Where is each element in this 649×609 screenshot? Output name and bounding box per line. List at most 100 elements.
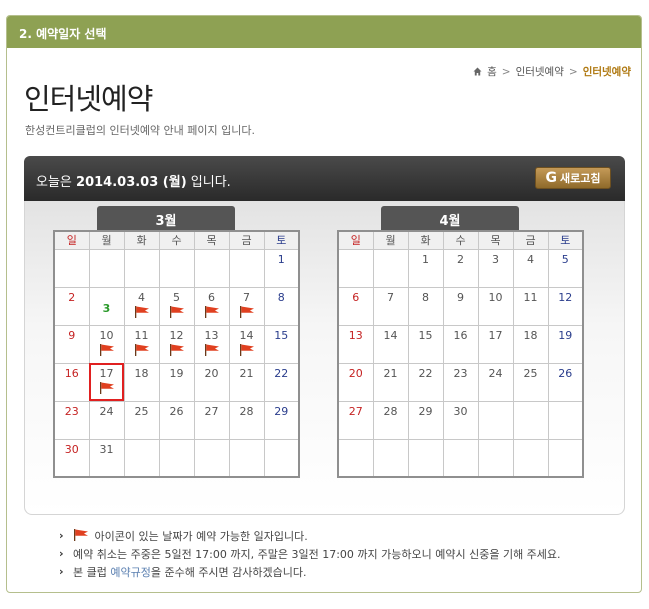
day-number: 21 [383, 366, 398, 380]
calendar-day: 30 [53, 438, 90, 478]
calendar-day: 9 [442, 286, 479, 326]
calendar-week: 1 [53, 248, 300, 288]
day-number: 18 [134, 366, 149, 380]
day-number: 15 [274, 328, 289, 342]
day-number: 3 [102, 301, 111, 315]
day-number: 26 [169, 404, 184, 418]
home-icon[interactable] [473, 67, 482, 76]
day-number: 2 [457, 252, 464, 266]
day-number: 30 [453, 404, 468, 418]
calendar-day[interactable]: 4 [123, 286, 160, 326]
calendar-week: 9 10 11 12 13 14 15 [53, 324, 300, 364]
calendar-march: 3월 일월화수목금토 1 2 3 4 5 6 7 8 9 10 11 12 13 14 15 16 17 18 19… [53, 206, 304, 478]
calendar-day: 26 [547, 362, 584, 402]
day-number: 14 [239, 328, 254, 342]
calendar-area: 3월 일월화수목금토 1 2 3 4 5 6 7 8 9 10 11 12 13 14 15 16 17 18 19… [24, 201, 625, 515]
flag-icon[interactable] [239, 343, 255, 356]
calendar-day: 2 [53, 286, 90, 326]
day-number: 17 [99, 366, 114, 380]
calendar-day: 22 [407, 362, 444, 402]
day-number: 3 [492, 252, 499, 266]
breadcrumb-home[interactable]: 홈 [487, 64, 497, 79]
calendar-day [193, 248, 230, 288]
calendar-day: 31 [88, 438, 125, 478]
day-number: 24 [488, 366, 503, 380]
refresh-icon: G [545, 170, 558, 186]
day-number: 6 [208, 290, 215, 304]
day-number: 20 [348, 366, 363, 380]
calendar-day: 12 [547, 286, 584, 326]
day-number: 27 [204, 404, 219, 418]
page-title: 인터넷예약 [24, 82, 153, 116]
calendar-day[interactable]: 12 [158, 324, 195, 364]
calendar-day: 10 [477, 286, 514, 326]
refresh-button[interactable]: G 새로고침 [535, 167, 611, 189]
day-number: 20 [204, 366, 219, 380]
breadcrumb-separator: > [501, 65, 511, 78]
day-number: 10 [99, 328, 114, 342]
note-item: 예약 취소는 주중은 5일전 17:00 까지, 주말은 3일전 17:00 까… [59, 545, 561, 564]
calendar-day [442, 438, 479, 478]
calendar-day [263, 438, 300, 478]
today-prefix: 오늘은 [36, 175, 72, 190]
note-text: 아이콘이 있는 날짜가 예약 가능한 일자입니다. [94, 530, 308, 543]
calendar-day [123, 438, 160, 478]
calendar-week: 23 24 25 26 27 28 29 [53, 400, 300, 440]
day-number: 28 [239, 404, 254, 418]
weekday-header: 수 [442, 230, 479, 250]
flag-icon[interactable] [204, 343, 220, 356]
day-number: 23 [453, 366, 468, 380]
calendar-day: 1 [263, 248, 300, 288]
day-number: 6 [352, 290, 360, 304]
calendar-day [407, 438, 444, 478]
calendar-day [158, 248, 195, 288]
calendar-day[interactable]: 6 [193, 286, 230, 326]
calendar-day[interactable]: 14 [228, 324, 265, 364]
flag-icon[interactable] [169, 343, 185, 356]
today-suffix: 입니다. [190, 175, 231, 190]
flag-icon[interactable] [134, 343, 150, 356]
breadcrumb-reservation[interactable]: 인터넷예약 [516, 64, 564, 79]
flag-icon[interactable] [99, 381, 115, 394]
calendar-day: 29 [407, 400, 444, 440]
day-number: 12 [169, 328, 184, 342]
calendar-day: 11 [512, 286, 549, 326]
calendar-day [372, 248, 409, 288]
refresh-label: 새로고침 [560, 172, 601, 185]
flag-icon[interactable] [239, 305, 255, 318]
day-number: 15 [418, 328, 433, 342]
calendar-day: 28 [228, 400, 265, 440]
calendar-day[interactable]: 11 [123, 324, 160, 364]
flag-icon[interactable] [134, 305, 150, 318]
note-item: 아이콘이 있는 날짜가 예약 가능한 일자입니다. [59, 527, 561, 546]
flag-icon[interactable] [169, 305, 185, 318]
day-number: 29 [418, 404, 433, 418]
flag-icon [74, 529, 88, 541]
calendar-table: 일월화수목금토 1 2 3 4 5 6 7 8 9 10 11 12 13 14 15 16 17 18 19 20 2… [53, 230, 300, 478]
calendar-day[interactable]: 13 [193, 324, 230, 364]
day-number: 31 [99, 442, 114, 456]
calendar-day: 17 [477, 324, 514, 364]
flag-icon[interactable] [99, 343, 115, 356]
flag-icon[interactable] [204, 305, 220, 318]
day-number: 22 [418, 366, 433, 380]
calendar-day [372, 438, 409, 478]
calendar-day: 21 [228, 362, 265, 402]
day-number: 11 [523, 290, 538, 304]
calendar-day[interactable]: 10 [88, 324, 125, 364]
calendar-week: 30 31 [53, 438, 300, 478]
day-number: 16 [453, 328, 468, 342]
calendar-day: 14 [372, 324, 409, 364]
calendar-day: 25 [123, 400, 160, 440]
calendar-day[interactable]: 7 [228, 286, 265, 326]
note-text: 을 준수해 주시면 감사하겠습니다. [150, 566, 307, 579]
day-number: 21 [239, 366, 254, 380]
weekday-header: 목 [477, 230, 514, 250]
month-tab: 4월 [381, 206, 519, 230]
note-text: 예약 취소는 주중은 5일전 17:00 까지, 주말은 3일전 17:00 까… [73, 548, 561, 561]
calendar-day[interactable]: 5 [158, 286, 195, 326]
calendar-week: 20 21 22 23 24 25 26 [337, 362, 584, 402]
reservation-rules-link[interactable]: 예약규정 [110, 566, 150, 579]
calendar-day[interactable]: 17 [88, 362, 125, 402]
calendar-day: 30 [442, 400, 479, 440]
